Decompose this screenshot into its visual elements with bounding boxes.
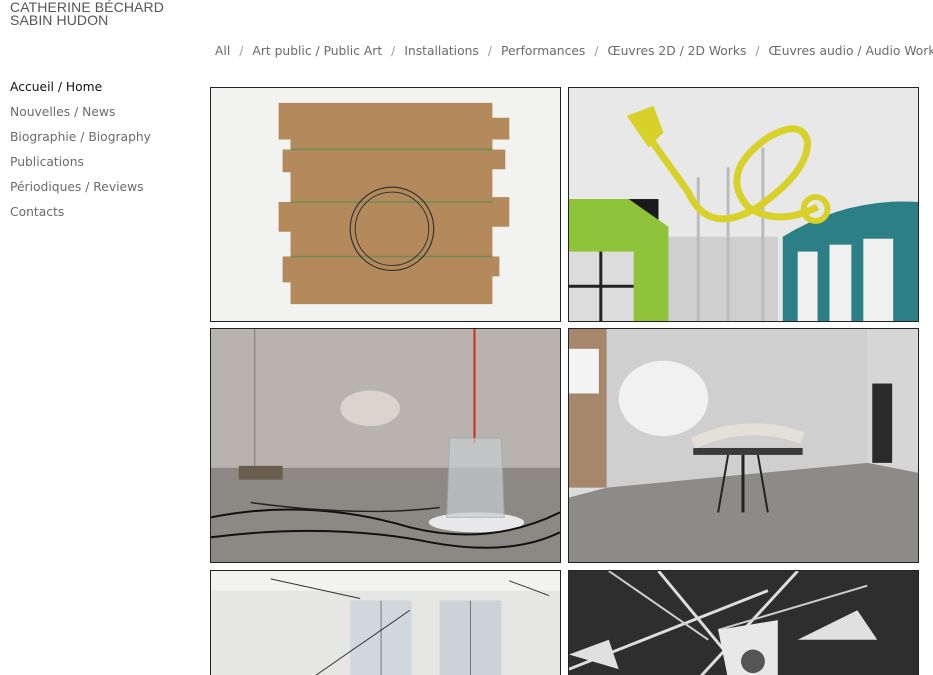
yellow-horn-sculpture-image <box>569 88 918 321</box>
category-filter-bar: All / Art public / Public Art / Installation… <box>215 44 933 58</box>
gallery-tile-cardboard[interactable] <box>210 87 561 322</box>
nav-item-contacts[interactable]: Contacts <box>10 204 151 229</box>
filter-all[interactable]: All <box>215 44 230 58</box>
gallery-tile-white-room[interactable] <box>210 570 561 675</box>
glass-jar-installation-image <box>211 329 560 562</box>
nav-item-biography[interactable]: Biographie / Biography <box>10 129 151 154</box>
white-gallery-room-image <box>211 571 560 675</box>
nav-item-publications[interactable]: Publications <box>10 154 151 179</box>
filter-installations[interactable]: Installations <box>404 44 479 58</box>
filter-separator: / <box>239 44 244 58</box>
gallery-tile-white-cones[interactable] <box>568 570 919 675</box>
filter-separator: / <box>594 44 599 58</box>
gallery-tile-table[interactable] <box>568 328 919 563</box>
gallery-tile-yellow-horn[interactable] <box>568 87 919 322</box>
filter-performances[interactable]: Performances <box>501 44 585 58</box>
filter-separator: / <box>391 44 396 58</box>
white-cones-sculpture-image <box>569 571 918 675</box>
site-title-line-2: SABIN HUDON <box>10 12 109 28</box>
filter-2d-works[interactable]: Œuvres 2D / 2D Works <box>607 44 746 58</box>
filter-audio-works[interactable]: Œuvres audio / Audio Works <box>769 44 933 58</box>
filter-separator: / <box>487 44 492 58</box>
nav-item-news[interactable]: Nouvelles / News <box>10 104 151 129</box>
nav-item-home[interactable]: Accueil / Home <box>10 79 151 104</box>
side-navigation: Accueil / Home Nouvelles / News Biograph… <box>10 79 151 229</box>
gallery-table-installation-image <box>569 329 918 562</box>
cardboard-box-artwork-image <box>211 88 560 321</box>
gallery-tile-glass-jar[interactable] <box>210 328 561 563</box>
nav-item-reviews[interactable]: Périodiques / Reviews <box>10 179 151 204</box>
site-title[interactable]: CATHERINE BÉCHARD SABIN HUDON <box>10 0 164 28</box>
filter-public-art[interactable]: Art public / Public Art <box>252 44 382 58</box>
filter-separator: / <box>755 44 760 58</box>
